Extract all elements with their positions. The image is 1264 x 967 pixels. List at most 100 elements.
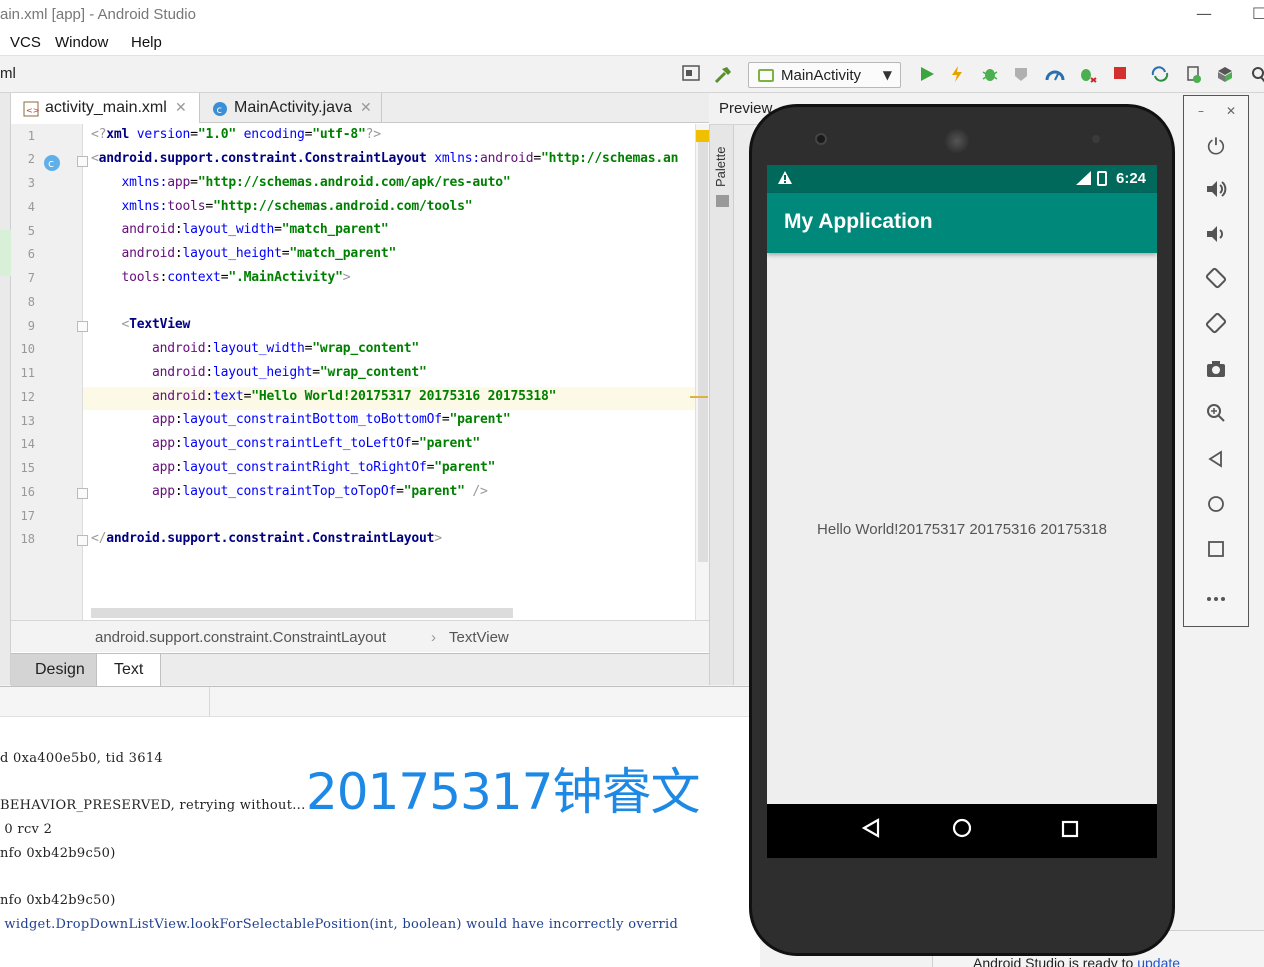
code-line-14: app:layout_constraintLeft_toLeftOf="pare… <box>152 436 481 451</box>
app-title: My Application <box>784 210 933 233</box>
status-bar: 6:24 <box>767 165 1157 193</box>
warning-marker[interactable] <box>696 130 710 142</box>
nav-home-icon[interactable] <box>945 814 979 848</box>
chevron-down-icon: ▼ <box>882 68 892 82</box>
code-editor[interactable]: <?xml version="1.0" encoding="utf-8"?> <… <box>83 124 695 620</box>
class-marker-icon[interactable]: c <box>43 154 61 172</box>
title-bar: ain.xml [app] - Android Studio — ☐ <box>0 0 1264 30</box>
palette-tool-strip[interactable]: Palette <box>709 125 734 685</box>
debug-icon[interactable] <box>980 65 1000 85</box>
android-config-icon <box>758 69 774 82</box>
apply-changes-icon[interactable] <box>947 65 967 85</box>
tab-activity-main-xml[interactable]: <> activity_main.xml ✕ <box>11 93 200 123</box>
svg-text:c: c <box>48 157 54 170</box>
attach-debugger-icon[interactable] <box>1078 65 1098 85</box>
run-configuration-dropdown[interactable]: MainActivity ▼ <box>748 62 901 88</box>
profile-icon[interactable] <box>1045 65 1065 85</box>
tab-text[interactable]: Text <box>97 654 161 686</box>
sdk-manager-icon[interactable] <box>1215 65 1235 85</box>
menu-help[interactable]: Help <box>131 34 162 51</box>
main-toolbar: ml MainActivity ▼ <box>0 57 1264 93</box>
navigation-crumb[interactable]: ml <box>0 65 16 82</box>
close-icon[interactable]: ✕ <box>175 99 187 116</box>
palette-label[interactable]: Palette <box>713 147 728 187</box>
run-icon[interactable] <box>917 65 937 85</box>
close-icon[interactable]: ✕ <box>360 99 372 116</box>
notification-body: Android Studio is ready to <box>973 955 1138 967</box>
coverage-icon[interactable] <box>1011 65 1031 85</box>
line-number: 15 <box>20 461 35 475</box>
menu-window[interactable]: Window <box>55 34 108 51</box>
earpiece-speaker <box>945 129 969 153</box>
hello-textview: Hello World!20175317 20175316 20175318 <box>817 521 1107 538</box>
home-icon[interactable] <box>1184 490 1248 526</box>
line-number: 17 <box>20 509 35 523</box>
camera-icon[interactable] <box>1184 355 1248 391</box>
log-line: 0 rcv 2 <box>0 822 53 837</box>
signal-icon <box>1075 170 1093 190</box>
svg-text:<>: <> <box>26 106 39 115</box>
maximize-button[interactable]: ☐ <box>1252 4 1264 23</box>
avd-manager-icon[interactable] <box>1183 65 1203 85</box>
rotate-left-icon[interactable] <box>1184 265 1248 301</box>
code-line-16: app:layout_constraintTop_toTopOf="parent… <box>152 484 488 499</box>
zoom-icon[interactable] <box>1184 400 1248 436</box>
editor-pane: <> activity_main.xml ✕ c MainActivity.ja… <box>11 93 710 686</box>
tab-label: MainActivity.java <box>234 99 352 116</box>
line-number: 13 <box>20 414 35 428</box>
volume-up-icon[interactable] <box>1184 175 1248 211</box>
code-line-18: </android.support.constraint.ConstraintL… <box>91 531 442 546</box>
line-number: 1 <box>27 129 35 143</box>
tab-design-label: Design <box>35 661 85 678</box>
editor-vertical-scrollbar[interactable] <box>690 124 710 620</box>
scrollbar-thumb[interactable] <box>698 132 708 562</box>
panel-close-icon[interactable]: ✕ <box>1226 104 1236 118</box>
code-line-5: android:layout_width="match_parent" <box>121 222 389 237</box>
code-line-3: xmlns:app="http://schemas.android.com/ap… <box>121 175 511 190</box>
more-icon[interactable] <box>1184 580 1248 616</box>
navigation-bar <box>767 804 1157 858</box>
tab-design[interactable]: Design <box>11 654 97 686</box>
hammer-icon[interactable] <box>713 65 733 85</box>
change-marker <box>0 230 11 276</box>
line-number: 4 <box>27 200 35 214</box>
line-number: 14 <box>20 437 35 451</box>
nav-back-icon[interactable] <box>854 814 888 848</box>
chevron-right-icon: › <box>431 629 436 646</box>
preview-title: Preview <box>719 100 773 117</box>
svg-text:c: c <box>217 105 223 116</box>
front-camera <box>815 133 827 145</box>
volume-down-icon[interactable] <box>1184 220 1248 256</box>
breadcrumb-item-constraintlayout[interactable]: android.support.constraint.ConstraintLay… <box>95 629 386 646</box>
log-line: BEHAVIOR_PRESERVED, retrying without... <box>0 798 306 813</box>
update-link[interactable]: update <box>1137 955 1180 967</box>
tab-label: activity_main.xml <box>45 99 167 116</box>
editor-mode-tabs: Design Text <box>11 653 709 686</box>
search-icon[interactable] <box>1248 65 1264 85</box>
editor-horizontal-scrollbar[interactable] <box>91 608 513 618</box>
back-icon[interactable] <box>1184 445 1248 481</box>
device-screen[interactable]: 6:24 My Application Hello World!20175317… <box>767 165 1157 858</box>
power-icon[interactable]: ⏻ <box>1184 130 1248 166</box>
nav-overview-icon[interactable] <box>1053 814 1087 848</box>
code-line-11: android:layout_height="wrap_content" <box>152 365 427 380</box>
app-bar: My Application <box>767 193 1157 253</box>
rotate-right-icon[interactable] <box>1184 310 1248 346</box>
menu-vcs[interactable]: VCS <box>10 34 41 51</box>
emulator-control-panel: – ✕ ⏻ <box>1183 95 1249 627</box>
left-tool-strip <box>0 93 11 685</box>
student-watermark: 20175317钟睿文 <box>306 763 700 821</box>
overview-icon[interactable] <box>1184 535 1248 571</box>
sync-icon[interactable] <box>1150 65 1170 85</box>
java-class-icon: c <box>212 101 228 117</box>
log-line: nfo 0xb42b9c50) <box>0 893 116 908</box>
editor-tabs: <> activity_main.xml ✕ c MainActivity.ja… <box>11 93 709 123</box>
minimize-button[interactable]: — <box>1196 4 1212 23</box>
tab-main-activity-java[interactable]: c MainActivity.java ✕ <box>200 93 382 123</box>
layout-icon[interactable] <box>681 65 701 85</box>
code-line-13: app:layout_constraintBottom_toBottomOf="… <box>152 412 511 427</box>
code-line-1: <?xml version="1.0" encoding="utf-8"?> <box>91 127 381 142</box>
stop-icon[interactable] <box>1110 65 1130 85</box>
panel-minimize-icon[interactable]: – <box>1198 104 1204 118</box>
breadcrumb-item-textview[interactable]: TextView <box>449 629 509 646</box>
